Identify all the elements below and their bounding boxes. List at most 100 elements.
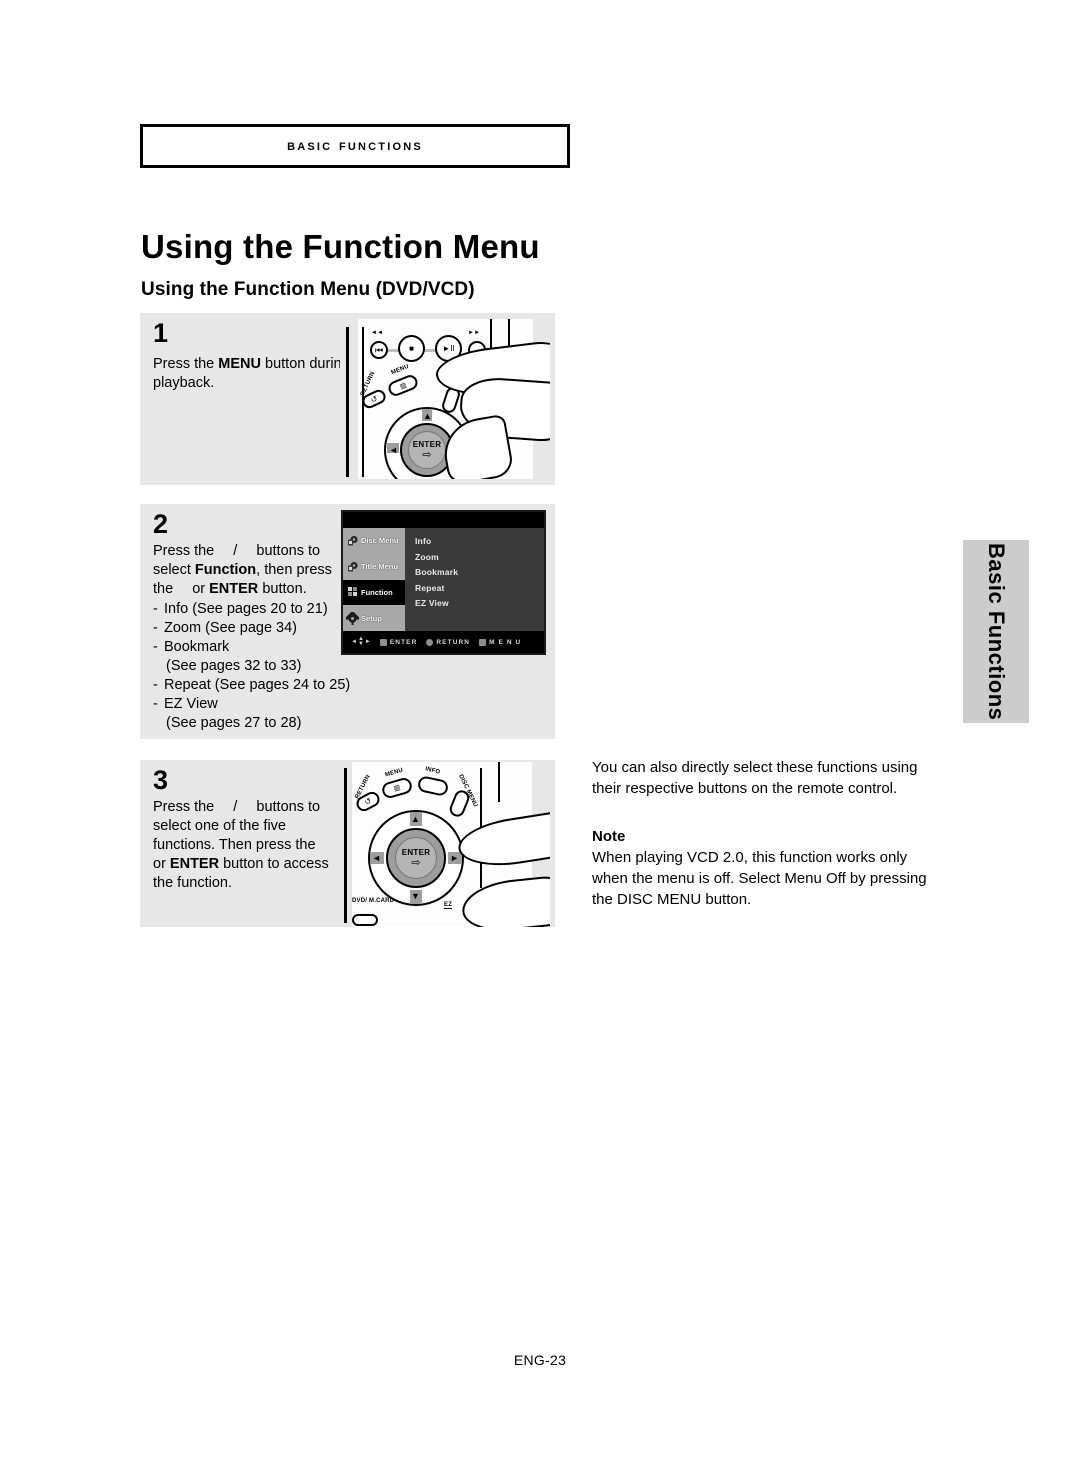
dpad-up-arrow-icon[interactable]: ▲ <box>423 412 432 421</box>
step2-function-keyword: Function <box>194 562 257 578</box>
list-item-label: (See pages 27 to 28) <box>166 715 302 731</box>
step-number-2: 2 <box>153 509 169 539</box>
enter-icon: ⇨ <box>422 449 432 461</box>
menu-key-icon <box>479 638 487 646</box>
osd-sidebar-item-disc-menu[interactable]: Disc Menu <box>343 528 405 554</box>
dpad-down-arrow-icon[interactable]: ▼ <box>411 892 420 901</box>
step-panel-2: 2 Press the / buttons to select Function… <box>140 504 555 739</box>
step3-text-d: or <box>153 856 170 872</box>
osd-title-bar <box>343 512 544 528</box>
list-item: - Repeat (See pages 24 to 25) <box>153 676 353 695</box>
chapter-header-label: Basic Functions <box>287 137 423 154</box>
step1-text-a: Press the <box>153 356 219 372</box>
osd-option-bookmark[interactable]: Bookmark <box>415 565 544 581</box>
osd-hint-return: RETURN <box>426 638 471 646</box>
osd-hint-label: ENTER <box>389 638 418 646</box>
step2-text-a: Press the <box>153 543 219 559</box>
step1-menu-keyword: MENU <box>218 356 261 372</box>
osd-option-ez-view[interactable]: EZ View <box>415 596 544 612</box>
step-number-1: 1 <box>153 318 169 348</box>
list-item-label: EZ View <box>164 696 218 712</box>
list-bullet-dash: - <box>153 601 158 617</box>
osd-option-info[interactable]: Info <box>415 534 544 550</box>
fast-forward-label: ►► <box>468 330 481 336</box>
dpad-navigation-icon: ◄ ▲ ▼ ► <box>351 636 371 647</box>
osd-option-zoom[interactable]: Zoom <box>415 550 544 566</box>
enter-button[interactable]: ENTER ⇨ <box>395 837 437 879</box>
list-item: - EZ View <box>153 695 353 714</box>
list-item-label: Repeat (See pages 24 to 25) <box>164 677 351 693</box>
mode-switch-button[interactable] <box>352 914 378 926</box>
skip-back-icon: ⏮ <box>374 344 384 355</box>
osd-hint-enter: ENTER <box>379 638 418 646</box>
dpad-left-glyph: ◄ <box>351 639 357 645</box>
disc-icon <box>346 534 359 547</box>
enter-label: ENTER <box>401 848 431 857</box>
page-subtitle: Using the Function Menu (DVD/VCD) <box>141 279 475 300</box>
osd-hint-label: RETURN <box>436 638 471 646</box>
chapter-header-box: Basic Functions <box>140 124 570 168</box>
step2-function-list: - Info (See pages 20 to 21) - Zoom (See pa… <box>153 600 353 733</box>
remote-edge-line-left <box>344 768 347 923</box>
list-bullet-dash: - <box>153 639 158 655</box>
skip-back-button[interactable]: ⏮ <box>370 341 388 359</box>
stop-icon: ■ <box>409 343 414 353</box>
enter-button[interactable]: ENTER ⇨ <box>408 431 446 469</box>
chapter-side-tab-label: Basic Functions <box>984 542 1009 721</box>
osd-sidebar-item-title-menu[interactable]: Title Menu <box>343 554 405 580</box>
list-item-label: Info (See pages 20 to 21) <box>164 601 328 617</box>
stop-button[interactable]: ■ <box>398 335 425 362</box>
osd-option-repeat[interactable]: Repeat <box>415 581 544 597</box>
remote-edge-line-left <box>346 327 349 477</box>
right-column: You can also directly select these funct… <box>592 757 942 910</box>
chapter-side-tab: Basic Functions <box>963 540 1029 723</box>
list-item: - Info (See pages 20 to 21) <box>153 600 353 619</box>
osd-sidebar-item-label: Title Menu <box>361 562 398 572</box>
mode-switch-label: DVD/ M.CARD <box>352 898 394 905</box>
dpad-right-glyph: ► <box>364 639 371 645</box>
osd-function-options: Info Zoom Bookmark Repeat EZ View <box>405 528 544 631</box>
list-item-continuation: (See pages 32 to 33) <box>153 657 353 676</box>
mode-switch-text: DVD/ M.CARD <box>352 898 395 904</box>
step2-text-b: / <box>229 543 242 559</box>
remote-edge-line-far-right <box>498 762 500 802</box>
step2-text-f: or <box>188 581 210 597</box>
return-key-icon <box>426 638 434 646</box>
list-bullet-dash: - <box>153 677 158 693</box>
list-bullet-dash: - <box>153 696 158 712</box>
dpad-up-arrow-icon[interactable]: ▲ <box>411 815 420 824</box>
step3-text-a: Press the <box>153 799 219 815</box>
enter-key-icon <box>379 638 387 646</box>
step3-enter-keyword: ENTER <box>169 856 220 872</box>
step2-enter-keyword: ENTER <box>209 581 259 597</box>
osd-sidebar-item-function[interactable]: Function <box>343 579 405 606</box>
enter-icon: ⇨ <box>411 857 421 869</box>
page-number-label: ENG-23 <box>513 1352 567 1368</box>
page-title: Using the Function Menu <box>141 228 540 265</box>
remote-illustration-step1: ⏮ ◄◄ ■ ►II ►► ▥ MENU ↺ RETURN DISC MENU … <box>340 319 550 479</box>
list-item-label: Bookmark <box>164 639 230 655</box>
note-heading: Note <box>592 828 626 845</box>
list-item: - Bookmark <box>153 638 353 657</box>
osd-hint-label: M E N U <box>489 638 522 646</box>
gear-icon <box>346 611 359 625</box>
osd-function-menu-screenshot: Disc Menu Title Menu Function Setup Info… <box>341 510 546 655</box>
note-body: When playing VCD 2.0, this function work… <box>592 849 927 908</box>
list-item: - Zoom (See page 34) <box>153 619 353 638</box>
list-bullet-dash: - <box>153 620 158 636</box>
osd-sidebar-item-label: Setup <box>361 613 382 623</box>
osd-body: Disc Menu Title Menu Function Setup Info… <box>343 528 544 631</box>
ez-button-label: EZ <box>444 902 453 909</box>
step-number-3: 3 <box>153 765 169 795</box>
osd-sidebar-item-setup[interactable]: Setup <box>343 605 405 631</box>
osd-sidebar: Disc Menu Title Menu Function Setup <box>343 528 405 631</box>
osd-hint-menu: M E N U <box>479 638 522 646</box>
dpad-vertical-glyphs: ▲ ▼ <box>357 636 364 647</box>
step-text-3: Press the / buttons to select one of the… <box>153 798 343 893</box>
dpad-left-arrow-icon[interactable]: ◄ <box>372 854 381 863</box>
enter-label: ENTER <box>412 440 442 449</box>
dpad-left-arrow-icon[interactable]: ◄ <box>389 446 398 455</box>
page-footer: ENG-23 <box>0 1352 1080 1368</box>
step-panel-3: 3 Press the / buttons to select one of t… <box>140 760 555 927</box>
dpad-right-arrow-icon[interactable]: ► <box>450 854 459 863</box>
